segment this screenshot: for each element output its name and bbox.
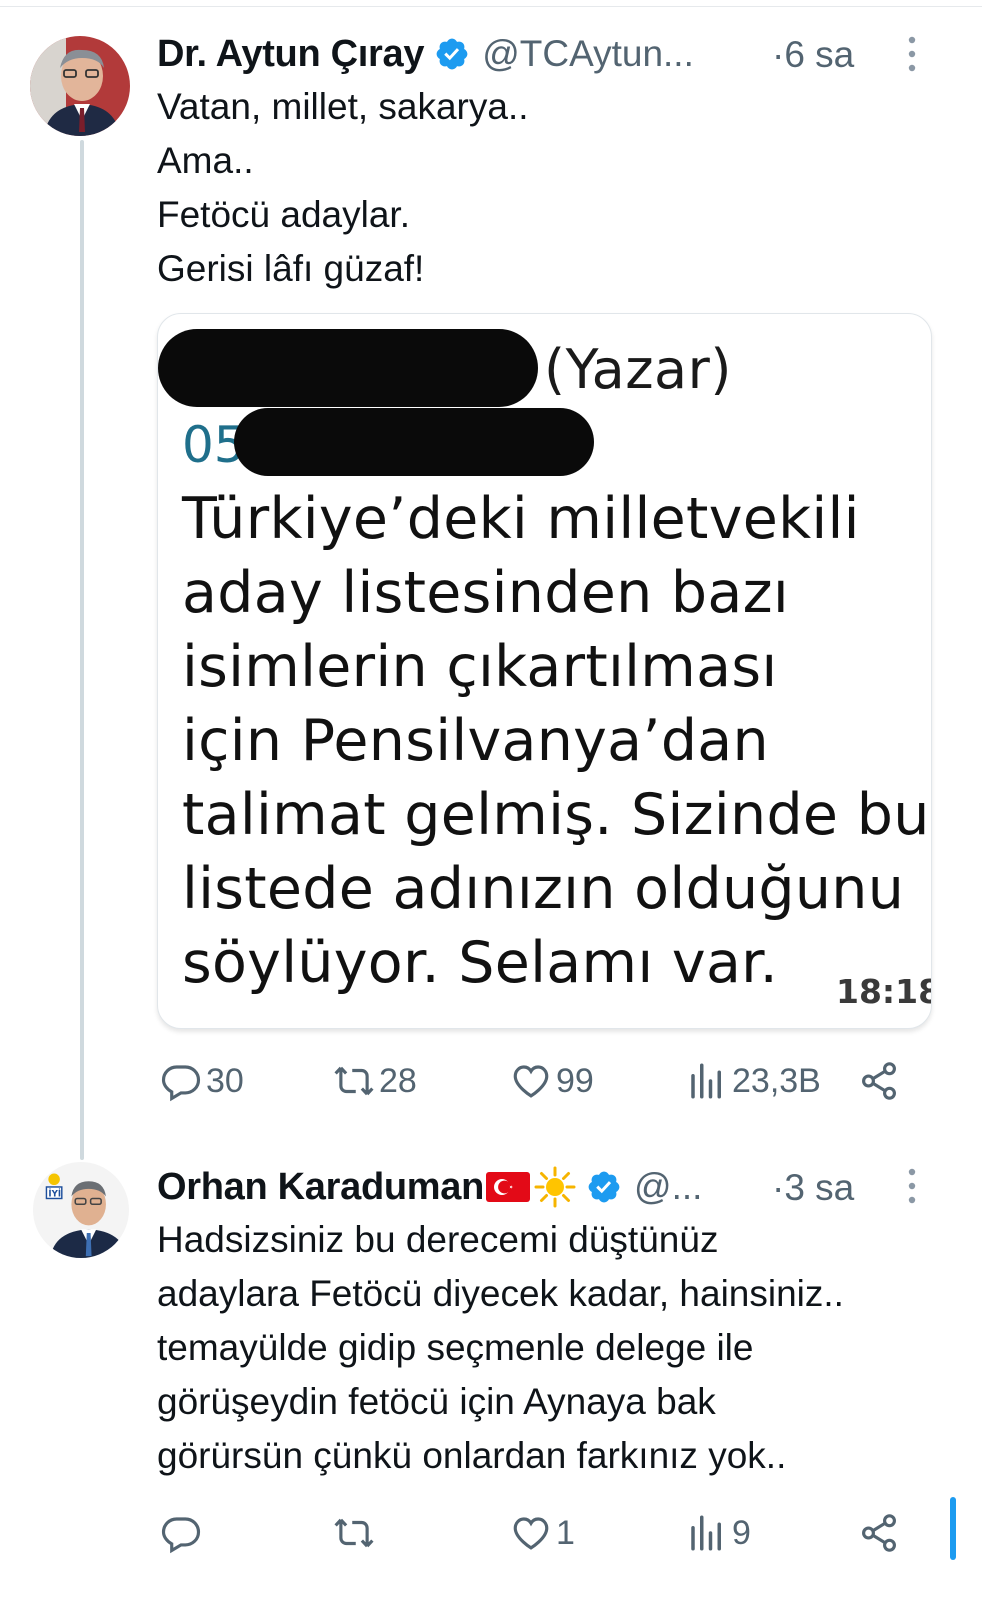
avatar-aytun[interactable]	[30, 36, 130, 136]
scrollbar[interactable]	[950, 1497, 956, 1560]
author-name[interactable]: Dr. Aytun Çıray	[157, 33, 425, 76]
verified-badge-icon	[586, 1169, 622, 1205]
tweet2-line: görürsün çünkü onlardan farkınız yok..	[157, 1435, 787, 1476]
views-count: 23,3B	[732, 1061, 821, 1100]
media-line: aday listesinden bazı	[182, 560, 789, 626]
reply-button[interactable]	[160, 1512, 206, 1554]
tweet1-time[interactable]: ·6 sa	[772, 34, 854, 76]
share-button[interactable]	[858, 1060, 900, 1102]
retweet-button[interactable]	[333, 1512, 379, 1554]
media-line: listede adınızın olduğunu	[182, 856, 905, 922]
tweet2-time[interactable]: ·3 sa	[772, 1167, 854, 1209]
views-button[interactable]: 23,3B	[686, 1060, 821, 1102]
tweet2-header: Orhan Karaduman @...	[157, 1163, 702, 1211]
tweet2-line: görüşeydin fetöcü için Aynaya bak	[157, 1381, 716, 1422]
retweet-icon	[333, 1512, 375, 1554]
tweet1-text: Vatan, millet, sakarya.. Ama.. Fetöcü ad…	[157, 80, 529, 296]
redaction-name	[158, 329, 538, 407]
retweet-icon	[333, 1060, 375, 1102]
top-divider	[0, 6, 982, 7]
like-count: 99	[556, 1061, 594, 1100]
media-title-suffix: (Yazar)	[544, 338, 732, 401]
tweet1-line: Ama..	[157, 140, 254, 181]
share-icon	[858, 1512, 900, 1554]
media-line: için Pensilvanya’dan	[182, 708, 769, 774]
turkish-flag-icon	[486, 1172, 531, 1202]
media-message-body: Türkiye’deki milletvekili aday listesind…	[182, 482, 930, 1000]
tweet1-line: Vatan, millet, sakarya..	[157, 86, 529, 127]
redaction-phone	[234, 408, 594, 476]
tweet1-media-image[interactable]: (Yazar) 05 Türkiye’deki milletvekili ada…	[157, 313, 932, 1029]
like-button[interactable]: 99	[510, 1060, 594, 1102]
avatar-aytun-image	[30, 36, 130, 136]
views-icon	[686, 1060, 728, 1102]
tweet2-line: temayülde gidip seçmenle delege ile	[157, 1327, 754, 1368]
avatar-orhan-image: İYİ	[33, 1162, 129, 1258]
tweet2-actions: 1 9	[0, 1512, 982, 1556]
reply-icon	[160, 1060, 202, 1102]
views-count: 9	[732, 1513, 751, 1552]
like-count: 1	[556, 1513, 575, 1552]
reply-icon	[160, 1512, 202, 1554]
tweet2-text: Hadsizsiniz bu derecemi düştünüz adaylar…	[157, 1213, 844, 1483]
share-icon	[858, 1060, 900, 1102]
media-message-time: 18:18	[836, 972, 932, 1011]
retweet-button[interactable]: 28	[333, 1060, 417, 1102]
tweet1-line: Gerisi lâfı güzaf!	[157, 248, 425, 289]
media-line: talimat gelmiş. Sizinde bu	[182, 782, 930, 848]
more-icon[interactable]	[906, 1166, 918, 1206]
more-icon[interactable]	[906, 34, 918, 74]
tweet1-header: Dr. Aytun Çıray @TCAytun...	[157, 30, 694, 78]
avatar-orhan[interactable]: İYİ	[33, 1162, 129, 1258]
tweet1-actions: 30 28 99 23,3B	[0, 1060, 982, 1104]
media-line: isimlerin çıkartılması	[182, 634, 778, 700]
author-name[interactable]: Orhan Karaduman	[157, 1166, 484, 1209]
tweet2-line: adaylara Fetöcü diyecek kadar, hainsiniz…	[157, 1273, 844, 1314]
svg-text:İYİ: İYİ	[48, 1189, 61, 1200]
like-icon	[510, 1060, 552, 1102]
views-button[interactable]: 9	[686, 1512, 751, 1554]
like-button[interactable]: 1	[510, 1512, 575, 1554]
thread-line	[80, 140, 84, 1160]
like-icon	[510, 1512, 552, 1554]
tweet2-line: Hadsizsiniz bu derecemi düştünüz	[157, 1219, 719, 1260]
reply-count: 30	[206, 1061, 244, 1100]
media-line: söylüyor. Selamı var.	[182, 930, 779, 996]
retweet-count: 28	[379, 1061, 417, 1100]
share-button[interactable]	[858, 1512, 900, 1554]
views-icon	[686, 1512, 728, 1554]
verified-badge-icon	[434, 36, 470, 72]
reply-button[interactable]: 30	[160, 1060, 244, 1102]
author-handle[interactable]: @TCAytun...	[482, 33, 694, 75]
tweet1-line: Fetöcü adaylar.	[157, 194, 410, 235]
author-handle[interactable]: @...	[634, 1166, 702, 1208]
media-line: Türkiye’deki milletvekili	[182, 486, 860, 552]
sun-icon	[534, 1166, 576, 1208]
